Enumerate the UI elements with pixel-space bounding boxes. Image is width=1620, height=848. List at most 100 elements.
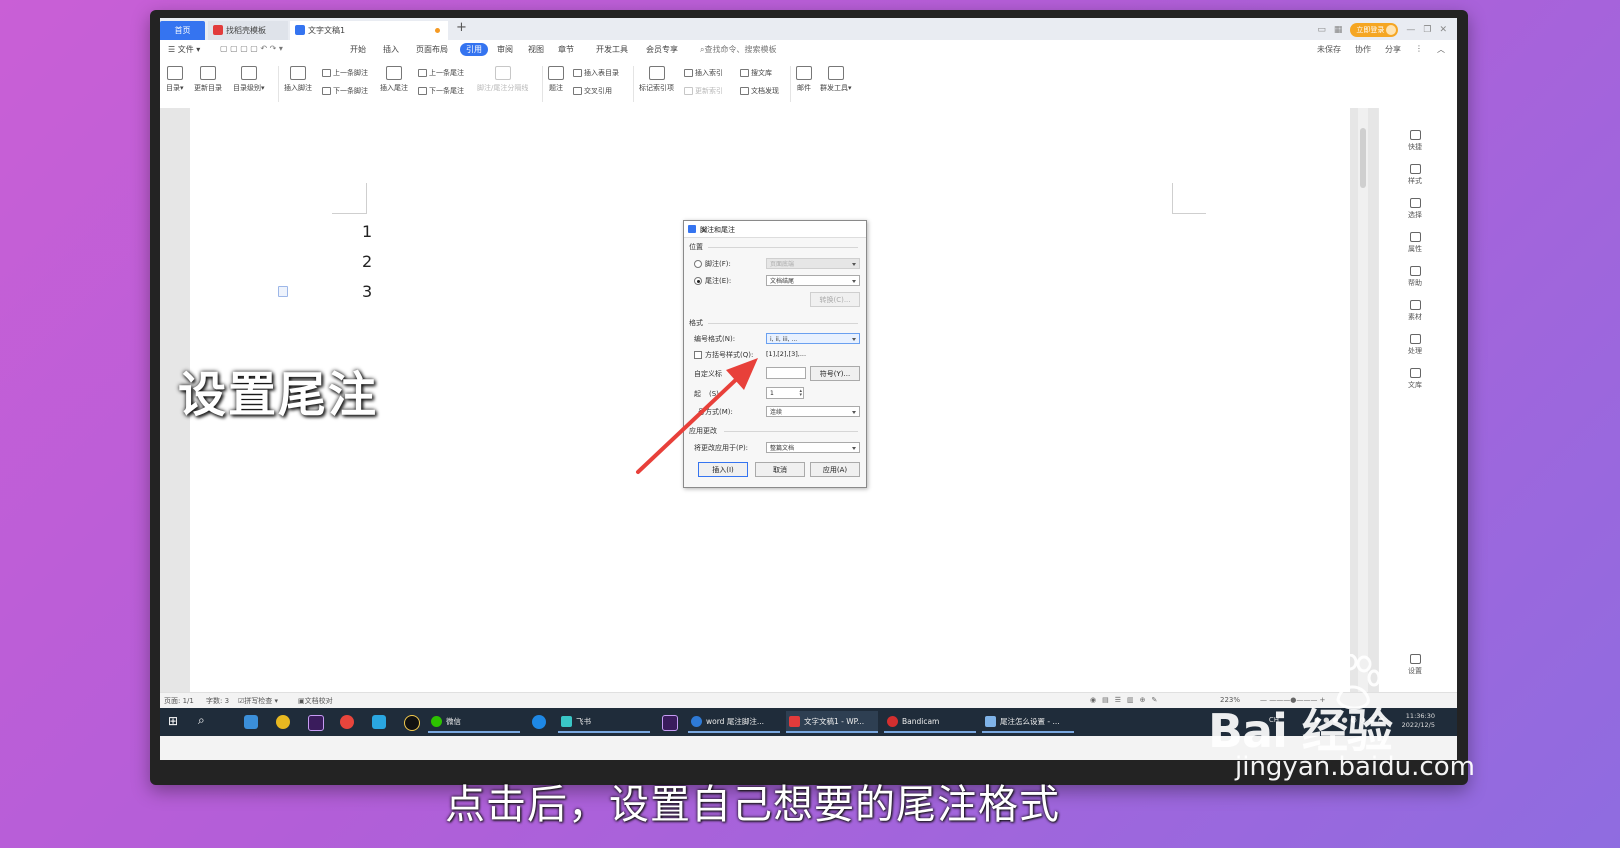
caption-button[interactable]: 题注: [548, 66, 564, 93]
unsaved-button[interactable]: 未保存: [1317, 44, 1341, 55]
menu-tab-1[interactable]: 插入: [383, 44, 399, 55]
spell-check[interactable]: ☑拼写检查 ▾: [238, 696, 278, 706]
symbol-button[interactable]: 符号(Y)...: [810, 366, 860, 381]
sidebar-item-0[interactable]: 快捷: [1395, 130, 1435, 152]
doc-line-1[interactable]: 1: [362, 222, 372, 241]
insert-footnote-button[interactable]: 插入脚注: [284, 66, 312, 93]
menu-tab-2[interactable]: 页面布局: [416, 44, 448, 55]
menu-tab-4[interactable]: 审阅: [497, 44, 513, 55]
doc-lib-button[interactable]: 搜文库: [740, 68, 772, 78]
dialog-titlebar[interactable]: 脚注和尾注 ×: [684, 221, 866, 238]
menu-tab-7[interactable]: 开发工具: [596, 44, 628, 55]
taskbar-app-wps[interactable]: 文字文稿1 - WP...: [786, 711, 878, 733]
doc-proof[interactable]: ▣文档校对: [298, 696, 333, 706]
taskbar-app-feishu[interactable]: 飞书: [558, 711, 650, 733]
insert-table-toc-button[interactable]: 插入表目录: [573, 68, 619, 78]
apply-button[interactable]: 应用(A): [810, 462, 860, 477]
close-window-icon[interactable]: ✕: [1439, 25, 1447, 35]
tab-document[interactable]: 文字文稿1: [290, 21, 448, 40]
next-endnote-button[interactable]: 下一条尾注: [418, 86, 464, 96]
mass-tool-button[interactable]: 群发工具▾: [820, 66, 852, 93]
menu-tab-8[interactable]: 会员专享: [646, 44, 678, 55]
photos-app-icon[interactable]: [244, 715, 258, 729]
more-icon[interactable]: ⋮: [1415, 44, 1423, 55]
clock[interactable]: 11:36:30 2022/12/5: [1402, 712, 1435, 730]
update-index-label: 更新索引: [695, 87, 723, 95]
scrollbar-thumb[interactable]: [1360, 128, 1366, 188]
sidebar-item-6[interactable]: 处理: [1395, 334, 1435, 356]
qq-icon[interactable]: [404, 715, 420, 731]
insert-index-button[interactable]: 插入索引: [684, 68, 723, 78]
sidebar-item-3[interactable]: 属性: [1395, 232, 1435, 254]
search-icon[interactable]: ⌕: [198, 713, 212, 727]
edge-icon[interactable]: [532, 715, 546, 729]
grid-icon[interactable]: ▦: [1334, 25, 1343, 35]
word-count[interactable]: 字数: 3: [206, 696, 229, 706]
sidebar-item-7[interactable]: 文库: [1395, 368, 1435, 390]
menu-tab-0[interactable]: 开始: [350, 44, 366, 55]
numbering-select[interactable]: 连续: [766, 406, 860, 417]
premiere-icon[interactable]: [308, 715, 324, 731]
collab-button[interactable]: 协作: [1355, 44, 1371, 55]
footnote-position-select[interactable]: 页面底端: [766, 258, 860, 269]
mark-index-button[interactable]: 标记索引项: [639, 66, 674, 93]
command-search[interactable]: ⌕查找命令、搜索模板: [700, 44, 776, 55]
chrome-icon[interactable]: [340, 715, 354, 729]
prev-footnote-button[interactable]: 上一条脚注: [322, 68, 368, 78]
premiere-icon[interactable]: [662, 715, 678, 731]
menu-tab-5[interactable]: 视图: [528, 44, 544, 55]
update-toc-button[interactable]: 更新目录: [194, 66, 222, 93]
update-index-button[interactable]: 更新索引: [684, 86, 723, 96]
login-button[interactable]: 立即登录: [1350, 23, 1399, 37]
footnote-radio[interactable]: 脚注(F):: [694, 259, 731, 269]
minimize-icon[interactable]: —: [1406, 25, 1415, 35]
endnote-position-select[interactable]: 文档结尾: [766, 275, 860, 286]
prev-endnote-button[interactable]: 上一条尾注: [418, 68, 464, 78]
app-icon[interactable]: [276, 715, 290, 729]
paragraph-handle-icon[interactable]: [278, 286, 288, 297]
spin-arrows-icon[interactable]: ▴ ▾: [799, 389, 802, 398]
menu-tab-3[interactable]: 引用: [460, 43, 488, 56]
sidebar-item-5[interactable]: 素材: [1395, 300, 1435, 322]
vertical-scrollbar[interactable]: [1358, 108, 1368, 692]
menu-tab-6[interactable]: 章节: [558, 44, 574, 55]
doc-find-button[interactable]: 文档发现: [740, 86, 779, 96]
layout-icon[interactable]: ▭: [1317, 25, 1326, 35]
taskbar-app-browser[interactable]: word 尾注脚注...: [688, 711, 780, 733]
dialog-close-icon[interactable]: ×: [700, 225, 861, 236]
separator-button[interactable]: 脚注/尾注分隔线: [477, 66, 528, 93]
next-footnote-button[interactable]: 下一条脚注: [322, 86, 368, 96]
tab-template[interactable]: 找稻壳模板: [208, 21, 288, 40]
windows-start-icon[interactable]: ⊞: [168, 714, 182, 728]
taskbar-app-note[interactable]: 尾注怎么设置 - ...: [982, 711, 1074, 733]
restore-icon[interactable]: ❐: [1423, 25, 1431, 35]
toc-level-button[interactable]: 目录级别▾: [233, 66, 265, 93]
new-tab-button[interactable]: +: [456, 20, 467, 35]
sidebar-item-8[interactable]: 设置: [1395, 654, 1435, 676]
insert-endnote-button[interactable]: 插入尾注: [380, 66, 408, 93]
start-at-input[interactable]: 1 ▴ ▾: [766, 387, 804, 399]
convert-button[interactable]: 转换(C)...: [810, 292, 860, 307]
sidebar-item-4[interactable]: 帮助: [1395, 266, 1435, 288]
number-format-select[interactable]: i, ii, iii, ...: [766, 333, 860, 344]
mail-button[interactable]: 邮件: [796, 66, 812, 93]
share-button[interactable]: 分享: [1385, 44, 1401, 55]
endnote-radio[interactable]: 尾注(E):: [694, 276, 731, 286]
toc-button[interactable]: 目录▾: [166, 66, 184, 93]
file-menu[interactable]: ☰ 文件 ▾: [168, 44, 200, 55]
apply-to-select[interactable]: 整篇文档: [766, 442, 860, 453]
quick-access-icons[interactable]: ▢ ▢ ▢ ▢ ↶ ↷ ▾: [220, 44, 283, 53]
doc-line-3[interactable]: 3: [362, 282, 372, 301]
avatar-icon: [1386, 25, 1397, 35]
sidebar-item-2[interactable]: 选择: [1395, 198, 1435, 220]
taskbar-app-bandicam[interactable]: Bandicam: [884, 711, 976, 733]
view-mode-icons[interactable]: ◉▤☰▥⊕✎: [1090, 696, 1163, 704]
tab-home[interactable]: 首页: [160, 21, 205, 40]
custom-mark-input[interactable]: [766, 367, 806, 379]
collapse-ribbon-icon[interactable]: ︿: [1437, 44, 1445, 55]
sidebar-item-1[interactable]: 样式: [1395, 164, 1435, 186]
taskbar-app-wechat[interactable]: 微信: [428, 711, 520, 733]
app-icon[interactable]: [372, 715, 386, 729]
doc-line-2[interactable]: 2: [362, 252, 372, 271]
cross-ref-button[interactable]: 交叉引用: [573, 86, 612, 96]
